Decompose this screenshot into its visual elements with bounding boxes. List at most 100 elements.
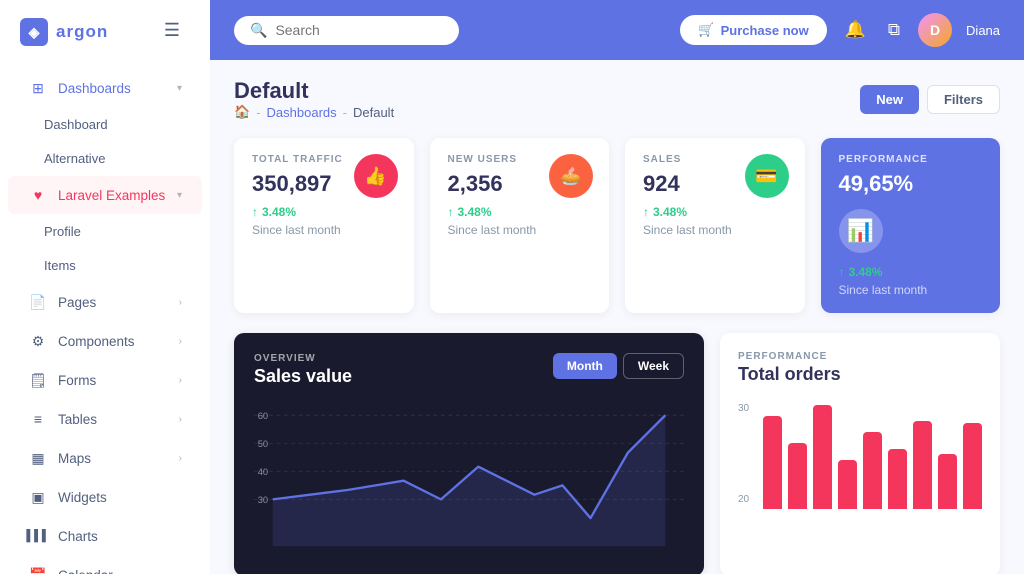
topbar: 🔍 🛒 Purchase now 🔔 ⧉ D Diana [210, 0, 1024, 60]
chevron-down-icon: ▾ [177, 83, 182, 94]
purchase-button[interactable]: 🛒 Purchase now [680, 15, 826, 45]
arrow-up-icon: ↑ [252, 205, 258, 219]
stat-icon-traffic: 👍 [354, 154, 398, 198]
logo-text: argon [56, 22, 108, 42]
bar-item [863, 432, 882, 509]
stat-change: ↑ 3.48% [839, 265, 983, 279]
chevron-down-icon: ▾ [177, 190, 182, 201]
sidebar-item-tables[interactable]: ≡ Tables › [8, 400, 202, 438]
menu-toggle-icon[interactable]: ☰ [144, 2, 200, 59]
stat-change: ↑ 3.48% [252, 205, 396, 219]
bar-item [813, 405, 832, 510]
bar-item [788, 443, 807, 509]
bar-chart [763, 399, 982, 509]
y-label-30: 30 [738, 403, 749, 414]
avatar[interactable]: D [918, 13, 952, 47]
sidebar-item-label: Profile [44, 224, 81, 239]
sidebar-item-label: Laravel Examples [58, 188, 165, 203]
sidebar-item-dashboard[interactable]: Dashboard [8, 108, 202, 141]
stat-since: Since last month [448, 223, 592, 237]
sidebar-item-forms[interactable]: 🗒 Forms › [8, 361, 202, 399]
chevron-right-icon: › [179, 336, 182, 347]
search-icon: 🔍 [250, 22, 267, 39]
sidebar-item-items[interactable]: Items [8, 249, 202, 282]
sidebar-item-maps[interactable]: ▦ Maps › [8, 439, 202, 477]
stats-row: TOTAL TRAFFIC 350,897 ↑ 3.48% Since last… [234, 138, 1000, 313]
purchase-label: Purchase now [721, 23, 809, 38]
logo-icon: ◈ [20, 18, 48, 46]
copy-icon[interactable]: ⧉ [884, 16, 904, 44]
forms-icon: 🗒 [28, 370, 48, 390]
sidebar-item-label: Widgets [58, 490, 107, 505]
perf-label: PERFORMANCE [738, 351, 982, 362]
cart-icon: 🛒 [698, 22, 714, 38]
filters-button[interactable]: Filters [927, 85, 1000, 114]
bar-item [913, 421, 932, 509]
laravel-icon: ♥ [28, 185, 48, 205]
sidebar-item-dashboards[interactable]: ⊞ Dashboards ▾ [8, 69, 202, 107]
sidebar-item-label: Tables [58, 412, 97, 427]
svg-text:40: 40 [258, 467, 268, 477]
stat-since: Since last month [252, 223, 396, 237]
sidebar-item-label: Maps [58, 451, 91, 466]
performance-chart-card: PERFORMANCE Total orders 30 20 [720, 333, 1000, 574]
sidebar-item-label: Components [58, 334, 135, 349]
sidebar-item-alternative[interactable]: Alternative [8, 142, 202, 175]
breadcrumb-dashboards[interactable]: Dashboards [267, 105, 337, 120]
main-content-area: 🔍 🛒 Purchase now 🔔 ⧉ D Diana Default 🏠 -… [210, 0, 1024, 574]
chart-title: Sales value [254, 366, 352, 387]
breadcrumb: 🏠 - Dashboards - Default [234, 104, 394, 120]
charts-icon: ▌▌▌ [28, 526, 48, 546]
sidebar: ◈ argon ☰ ⊞ Dashboards ▾ Dashboard Alter… [0, 0, 210, 574]
stat-card-performance: PERFORMANCE 49,65% 📊 ↑ 3.48% Since last … [821, 138, 1001, 313]
search-input[interactable] [275, 22, 443, 38]
calendar-icon: 📅 [28, 565, 48, 574]
maps-icon: ▦ [28, 448, 48, 468]
search-box[interactable]: 🔍 [234, 16, 459, 45]
bell-icon[interactable]: 🔔 [841, 16, 870, 44]
sidebar-item-label: Dashboard [44, 117, 108, 132]
arrow-up-icon: ↑ [448, 205, 454, 219]
sidebar-item-laravel[interactable]: ♥ Laravel Examples ▾ [8, 176, 202, 214]
bar-item [963, 423, 982, 509]
dashboards-icon: ⊞ [28, 78, 48, 98]
page-title: Default [234, 78, 394, 104]
header-actions: New Filters [860, 85, 1000, 114]
chart-row: OVERVIEW Sales value Month Week [234, 333, 1000, 574]
stat-change-value: 3.48% [849, 265, 883, 279]
sales-chart-card: OVERVIEW Sales value Month Week [234, 333, 704, 574]
tables-icon: ≡ [28, 409, 48, 429]
components-icon: ⚙ [28, 331, 48, 351]
sidebar-item-components[interactable]: ⚙ Components › [8, 322, 202, 360]
sidebar-item-calendar[interactable]: 📅 Calendar [8, 556, 202, 574]
stat-change-value: 3.48% [458, 205, 492, 219]
chart-toggle: Month Week [553, 353, 684, 379]
sidebar-item-charts[interactable]: ▌▌▌ Charts [8, 517, 202, 555]
home-icon: 🏠 [234, 104, 250, 120]
stat-icon-performance: 📊 [839, 209, 883, 253]
bar-item [763, 416, 782, 510]
user-name: Diana [966, 23, 1000, 38]
stat-since: Since last month [839, 283, 983, 297]
sales-line-chart: 60 50 40 30 [254, 401, 684, 551]
svg-text:30: 30 [258, 495, 268, 505]
toggle-month-button[interactable]: Month [553, 353, 617, 379]
arrow-up-icon: ↑ [643, 205, 649, 219]
page-header: Default 🏠 - Dashboards - Default New Fil… [234, 78, 1000, 120]
stat-icon-users: 🥧 [549, 154, 593, 198]
sidebar-item-widgets[interactable]: ▣ Widgets [8, 478, 202, 516]
bar-item [938, 454, 957, 509]
perf-title: Total orders [738, 364, 982, 385]
stat-value: 49,65% [839, 171, 983, 197]
toggle-week-button[interactable]: Week [623, 353, 684, 379]
sidebar-item-label: Charts [58, 529, 98, 544]
chevron-right-icon: › [179, 297, 182, 308]
sidebar-item-profile[interactable]: Profile [8, 215, 202, 248]
chart-header: OVERVIEW Sales value Month Week [254, 353, 684, 387]
stat-change: ↑ 3.48% [643, 205, 787, 219]
sidebar-item-pages[interactable]: 📄 Pages › [8, 283, 202, 321]
chevron-right-icon: › [179, 453, 182, 464]
svg-text:50: 50 [258, 439, 268, 449]
sidebar-item-label: Alternative [44, 151, 105, 166]
new-button[interactable]: New [860, 85, 919, 114]
